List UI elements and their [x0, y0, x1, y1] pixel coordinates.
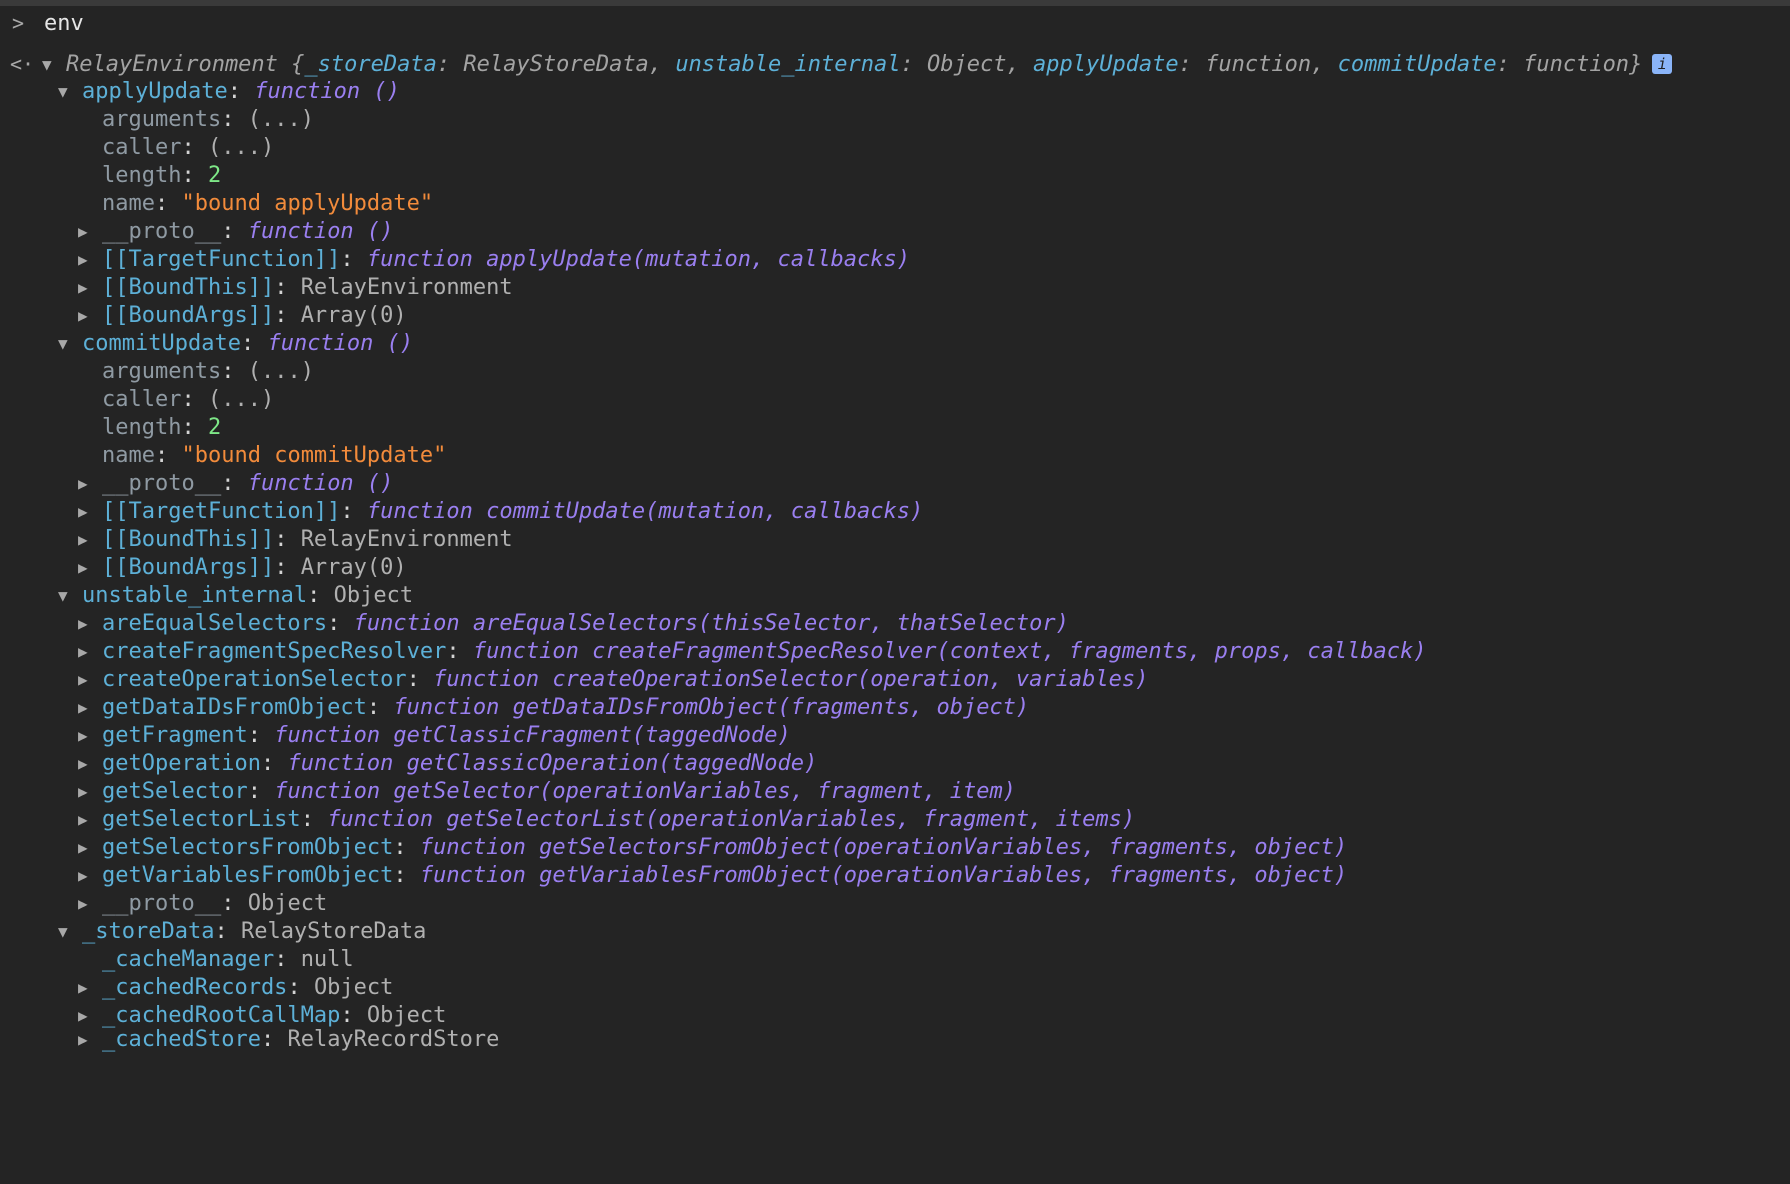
property-value: function getClassicFragment(taggedNode) [274, 723, 791, 748]
property-key: getVariablesFromObject [102, 863, 394, 888]
property-value: Object [247, 891, 328, 916]
property-key: [[BoundArgs]] [102, 555, 275, 580]
property-key: getFragment [102, 723, 248, 748]
property-value: function getSelector(operationVariables,… [274, 779, 1016, 804]
property-key: name [102, 191, 155, 216]
preview-key: commitUpdate [1337, 52, 1497, 77]
property-key: getOperation [102, 751, 261, 776]
property-key: length [102, 415, 182, 440]
property-key: getDataIDsFromObject [102, 695, 367, 720]
property-value[interactable]: (...) [248, 107, 314, 132]
property-value: RelayEnvironment [300, 275, 513, 300]
preview-value: function [1523, 52, 1630, 77]
property-key: _cachedRecords [102, 975, 288, 1000]
property-value: 2 [207, 415, 222, 440]
property-value: function applyUpdate(mutation, callbacks… [366, 247, 910, 272]
property-value: function createFragmentSpecResolver(cont… [472, 639, 1427, 664]
property-value: function getSelectorsFromObject(operatio… [419, 835, 1348, 860]
property-key: applyUpdate [82, 79, 228, 104]
property-key: caller [102, 387, 182, 412]
property-value: "bound commitUpdate" [181, 443, 447, 468]
property-value: function () [254, 79, 400, 104]
property-value: function getClassicOperation(taggedNode) [287, 751, 818, 776]
property-value: Array(0) [300, 555, 407, 580]
property-value[interactable]: (...) [248, 359, 314, 384]
property-key: _cachedStore [102, 1027, 261, 1052]
triangle-right-icon[interactable]: ▶ [78, 1024, 102, 1056]
property-value: function getDataIDsFromObject(fragments,… [393, 695, 1030, 720]
back-arrow-icon: <· [10, 52, 35, 76]
property-key: __proto__ [102, 471, 222, 496]
property-value: function getSelectorList(operationVariab… [327, 807, 1136, 832]
property-key: length [102, 163, 182, 188]
preview-key: _storeData [304, 52, 437, 77]
property-key: [[TargetFunction]] [102, 499, 341, 524]
property-key: _storeData [82, 919, 215, 944]
property-value: function getVariablesFromObject(operatio… [419, 863, 1348, 888]
property-key: name [102, 443, 155, 468]
property-key: caller [102, 135, 182, 160]
property-key: getSelectorList [102, 807, 301, 832]
chevron-right-icon: > [12, 11, 25, 35]
property-key: commitUpdate [82, 331, 241, 356]
property-key: unstable_internal [82, 583, 308, 608]
property-value: function createOperationSelector(operati… [433, 667, 1149, 692]
object-preview: RelayEnvironment {_storeData: RelayStore… [66, 52, 1643, 77]
preview-value: function [1205, 52, 1312, 77]
property-value: RelayEnvironment [300, 527, 513, 552]
console-command[interactable]: env [44, 11, 84, 36]
property-value: Object [313, 975, 394, 1000]
property-key: [[BoundThis]] [102, 275, 275, 300]
property-value: RelayRecordStore [287, 1027, 500, 1052]
property-key: [[TargetFunction]] [102, 247, 341, 272]
property-key: __proto__ [102, 891, 222, 916]
property-value: function areEqualSelectors(thisSelector,… [353, 611, 1069, 636]
info-icon[interactable]: i [1652, 54, 1673, 74]
property-key: _cacheManager [102, 947, 275, 972]
property-key: [[BoundThis]] [102, 527, 275, 552]
property-value: "bound applyUpdate" [181, 191, 434, 216]
property-value: RelayStoreData [240, 919, 427, 944]
property-key: getSelectorsFromObject [102, 835, 394, 860]
preview-key: applyUpdate [1032, 52, 1179, 77]
preview-value: Object [926, 52, 1007, 77]
property-key: createFragmentSpecResolver [102, 639, 447, 664]
property-value: null [300, 947, 354, 972]
property-key: areEqualSelectors [102, 611, 328, 636]
preview-key: unstable_internal [675, 52, 901, 77]
property-key: createOperationSelector [102, 667, 407, 692]
property-key: getSelector [102, 779, 248, 804]
property-key: arguments [102, 107, 222, 132]
preview-value: RelayStoreData [463, 52, 649, 77]
property-value: function () [247, 471, 394, 496]
property-value[interactable]: (...) [208, 135, 274, 160]
tree-node-cached-store[interactable]: ▶ _cachedStore: RelayRecordStore [78, 1024, 499, 1056]
console-input-line: > env [12, 6, 84, 40]
property-value: Object [333, 583, 414, 608]
property-key: __proto__ [102, 219, 222, 244]
property-value: 2 [207, 163, 222, 188]
console-top-border [0, 0, 1790, 6]
property-value: Array(0) [300, 303, 407, 328]
property-value[interactable]: (...) [208, 387, 274, 412]
property-key: arguments [102, 359, 222, 384]
property-value: function () [267, 331, 414, 356]
property-key: [[BoundArgs]] [102, 303, 275, 328]
property-value: function () [247, 219, 394, 244]
class-name: RelayEnvironment [66, 52, 278, 77]
property-value: function commitUpdate(mutation, callback… [366, 499, 924, 524]
